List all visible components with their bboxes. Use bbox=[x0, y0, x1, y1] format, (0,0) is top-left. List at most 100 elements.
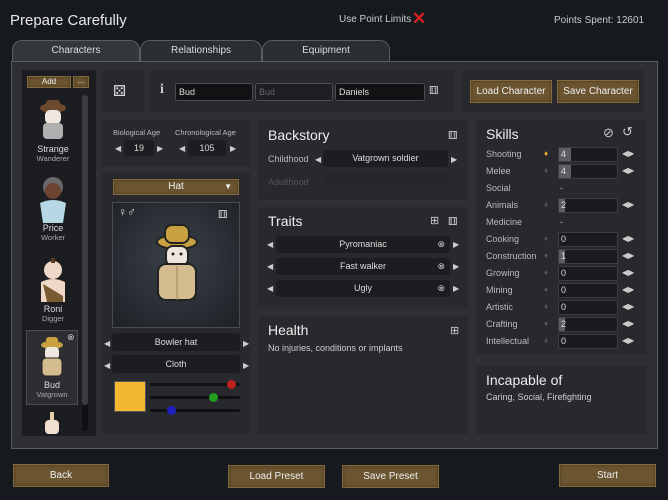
skill-level-field[interactable]: 2 bbox=[558, 317, 618, 332]
skill-adjust-arrows[interactable]: ◀▶ bbox=[622, 251, 634, 260]
tab-characters[interactable]: Characters bbox=[12, 40, 140, 62]
remove-trait-icon[interactable]: ⊗ bbox=[437, 280, 445, 297]
bio-age-decrease[interactable]: ◀ bbox=[115, 144, 121, 153]
add-trait-icon[interactable]: ⊞ bbox=[430, 214, 439, 227]
skill-adjust-arrows[interactable]: ◀▶ bbox=[622, 149, 634, 158]
skill-adjust-arrows[interactable]: ◀▶ bbox=[622, 234, 634, 243]
skill-adjust-arrows[interactable]: ◀▶ bbox=[622, 285, 634, 294]
trait-next[interactable]: ▶ bbox=[453, 240, 459, 249]
trait-selector[interactable]: Fast walker ⊗ bbox=[276, 258, 450, 275]
apparel-previous[interactable]: ◀ bbox=[104, 339, 110, 348]
bio-age-increase[interactable]: ▶ bbox=[157, 144, 163, 153]
point-limits-toggle-icon[interactable]: ✕ bbox=[412, 9, 426, 29]
trait-selector[interactable]: Ugly ⊗ bbox=[276, 280, 450, 297]
reset-skills-icon[interactable]: ↺ bbox=[622, 124, 633, 140]
passion-flame-icon[interactable]: ♦ bbox=[544, 319, 548, 328]
remove-trait-icon[interactable]: ⊗ bbox=[437, 258, 445, 275]
more-pawn-options-button[interactable]: ... bbox=[73, 76, 89, 88]
skill-level-field[interactable]: 4 bbox=[558, 147, 618, 162]
green-slider-handle[interactable] bbox=[208, 393, 218, 402]
pawn-list-item-partial[interactable] bbox=[40, 412, 64, 434]
pawn-list-item-selected[interactable]: Bud Vatgrown bbox=[22, 332, 82, 408]
save-preset-button[interactable]: Save Preset bbox=[342, 465, 439, 488]
chronological-age-value[interactable]: 105 bbox=[188, 140, 226, 156]
apparel-selector[interactable]: Bowler hat bbox=[112, 333, 240, 351]
material-previous[interactable]: ◀ bbox=[104, 361, 110, 370]
skill-adjust-arrows[interactable]: ◀▶ bbox=[622, 302, 634, 311]
pawn-list-item[interactable]: Strange Wanderer bbox=[23, 96, 83, 172]
trait-next[interactable]: ▶ bbox=[453, 284, 459, 293]
skill-level-field[interactable]: 0 bbox=[558, 300, 618, 315]
randomize-dice-icon[interactable]: ⚄ bbox=[113, 82, 126, 100]
tab-relationships[interactable]: Relationships bbox=[140, 40, 262, 62]
skill-level-field[interactable]: 0 bbox=[558, 266, 618, 281]
trait-previous[interactable]: ◀ bbox=[267, 240, 273, 249]
green-slider-track[interactable] bbox=[150, 396, 240, 399]
clear-skills-icon[interactable]: ⊘ bbox=[603, 125, 614, 141]
trait-selector[interactable]: Pyromaniac ⊗ bbox=[276, 236, 450, 253]
color-swatch[interactable] bbox=[114, 381, 146, 412]
first-name-input[interactable]: Bud bbox=[175, 83, 253, 101]
apparel-next[interactable]: ▶ bbox=[243, 339, 249, 348]
info-icon[interactable]: i bbox=[160, 82, 164, 98]
skill-adjust-arrows[interactable]: ◀▶ bbox=[622, 319, 634, 328]
chrono-age-increase[interactable]: ▶ bbox=[230, 144, 236, 153]
pawn-portrait-roni bbox=[41, 258, 65, 302]
material-selector[interactable]: Cloth bbox=[112, 355, 240, 373]
trait-next[interactable]: ▶ bbox=[453, 262, 459, 271]
remove-trait-icon[interactable]: ⊗ bbox=[437, 236, 445, 253]
skill-row: Melee ♦ 4 ◀▶ bbox=[486, 164, 636, 180]
material-next[interactable]: ▶ bbox=[243, 361, 249, 370]
randomize-name-dice-icon[interactable]: ⚅ bbox=[429, 84, 439, 97]
gender-icons[interactable]: ♀♂ bbox=[118, 205, 136, 219]
skill-adjust-arrows[interactable]: ◀▶ bbox=[622, 268, 634, 277]
skill-level-field[interactable]: 0 bbox=[558, 232, 618, 247]
load-character-button[interactable]: Load Character bbox=[470, 80, 552, 103]
skill-level-field[interactable]: 0 bbox=[558, 334, 618, 349]
pawn-list-item[interactable]: Price Worker bbox=[23, 175, 83, 251]
blue-slider-track[interactable] bbox=[150, 409, 240, 412]
passion-flame-icon[interactable]: ♦ bbox=[544, 234, 548, 243]
childhood-next[interactable]: ▶ bbox=[451, 155, 457, 164]
pawn-portrait-strange bbox=[40, 100, 66, 139]
tab-equipment[interactable]: Equipment bbox=[262, 40, 390, 62]
start-button[interactable]: Start bbox=[559, 464, 656, 487]
trait-previous[interactable]: ◀ bbox=[267, 262, 273, 271]
trait-label: Pyromaniac bbox=[339, 239, 387, 249]
blue-slider-handle[interactable] bbox=[166, 406, 176, 415]
skill-name: Construction bbox=[486, 251, 537, 261]
add-pawn-button[interactable]: Add bbox=[27, 76, 71, 88]
passion-flame-icon[interactable]: ♦ bbox=[544, 302, 548, 311]
passion-flame-icon[interactable]: ♦ bbox=[544, 336, 548, 345]
back-button[interactable]: Back bbox=[13, 464, 109, 487]
chrono-age-decrease[interactable]: ◀ bbox=[179, 144, 185, 153]
skill-adjust-arrows[interactable]: ◀▶ bbox=[622, 166, 634, 175]
trait-previous[interactable]: ◀ bbox=[267, 284, 273, 293]
skill-level-field[interactable]: 4 bbox=[558, 164, 618, 179]
childhood-previous[interactable]: ◀ bbox=[315, 155, 321, 164]
passion-flame-icon[interactable]: ♦ bbox=[544, 166, 548, 175]
save-character-button[interactable]: Save Character bbox=[557, 80, 639, 103]
randomize-appearance-dice-icon[interactable]: ⚅ bbox=[218, 208, 228, 221]
skill-adjust-arrows[interactable]: ◀▶ bbox=[622, 336, 634, 345]
childhood-selector[interactable]: Vatgrown soldier bbox=[323, 150, 448, 167]
last-name-input[interactable]: Daniels bbox=[335, 83, 425, 101]
skill-level-field[interactable]: 0 bbox=[558, 283, 618, 298]
passion-flame-icon[interactable]: ♦ bbox=[544, 251, 548, 260]
biological-age-value[interactable]: 19 bbox=[124, 140, 154, 156]
skill-level-field[interactable]: 2 bbox=[558, 198, 618, 213]
randomize-backstory-dice-icon[interactable]: ⚅ bbox=[448, 129, 458, 142]
passion-flame-icon[interactable]: ♦ bbox=[544, 285, 548, 294]
nick-name-input[interactable]: Bud bbox=[255, 83, 333, 101]
passion-flame-icon[interactable]: ♦ bbox=[544, 149, 548, 158]
layer-dropdown[interactable]: Hat ▼ bbox=[113, 179, 239, 195]
passion-flame-icon[interactable]: ♦ bbox=[544, 268, 548, 277]
load-preset-button[interactable]: Load Preset bbox=[228, 465, 325, 488]
pawn-list-item[interactable]: Roni Digger bbox=[23, 256, 83, 332]
randomize-traits-dice-icon[interactable]: ⚅ bbox=[448, 215, 458, 228]
pawn-name: Roni bbox=[43, 304, 63, 314]
skill-level-field[interactable]: 1 bbox=[558, 249, 618, 264]
skill-adjust-arrows[interactable]: ◀▶ bbox=[622, 200, 634, 209]
add-health-icon[interactable]: ⊞ bbox=[450, 324, 459, 337]
passion-flame-icon[interactable]: ♦ bbox=[544, 200, 548, 209]
